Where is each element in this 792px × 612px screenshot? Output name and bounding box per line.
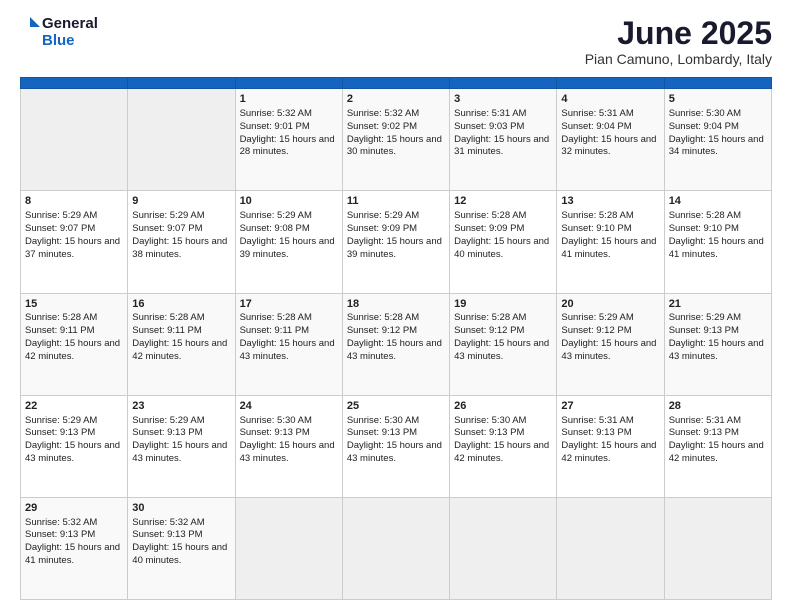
table-row — [450, 497, 557, 599]
logo-blue: Blue — [42, 33, 98, 50]
logo-general: General — [42, 16, 98, 33]
day-number: 11 — [347, 194, 445, 209]
day-number: 17 — [240, 297, 338, 312]
day-number: 28 — [669, 399, 767, 414]
title-block: June 2025 Pian Camuno, Lombardy, Italy — [585, 16, 772, 67]
logo: General Blue — [20, 16, 98, 49]
day-number: 18 — [347, 297, 445, 312]
day-number: 22 — [25, 399, 123, 414]
day-number: 13 — [561, 194, 659, 209]
table-row: 9Sunrise: 5:29 AMSunset: 9:07 PMDaylight… — [128, 191, 235, 293]
day-number: 24 — [240, 399, 338, 414]
col-sunday — [21, 78, 128, 89]
col-monday — [128, 78, 235, 89]
day-number: 8 — [25, 194, 123, 209]
table-row: 20Sunrise: 5:29 AMSunset: 9:12 PMDayligh… — [557, 293, 664, 395]
calendar-week-5: 29Sunrise: 5:32 AMSunset: 9:13 PMDayligh… — [21, 497, 772, 599]
table-row: 19Sunrise: 5:28 AMSunset: 9:12 PMDayligh… — [450, 293, 557, 395]
day-number: 26 — [454, 399, 552, 414]
day-number: 10 — [240, 194, 338, 209]
table-row: 2Sunrise: 5:32 AMSunset: 9:02 PMDaylight… — [342, 89, 449, 191]
calendar-header-row — [21, 78, 772, 89]
day-number: 16 — [132, 297, 230, 312]
day-number: 21 — [669, 297, 767, 312]
col-saturday — [664, 78, 771, 89]
table-row: 18Sunrise: 5:28 AMSunset: 9:12 PMDayligh… — [342, 293, 449, 395]
location: Pian Camuno, Lombardy, Italy — [585, 51, 772, 67]
day-number: 23 — [132, 399, 230, 414]
day-number: 19 — [454, 297, 552, 312]
table-row: 10Sunrise: 5:29 AMSunset: 9:08 PMDayligh… — [235, 191, 342, 293]
header: General Blue June 2025 Pian Camuno, Lomb… — [20, 16, 772, 67]
table-row: 30Sunrise: 5:32 AMSunset: 9:13 PMDayligh… — [128, 497, 235, 599]
day-number: 30 — [132, 501, 230, 516]
day-number: 27 — [561, 399, 659, 414]
table-row — [557, 497, 664, 599]
day-number: 4 — [561, 92, 659, 107]
table-row: 11Sunrise: 5:29 AMSunset: 9:09 PMDayligh… — [342, 191, 449, 293]
table-row: 8Sunrise: 5:29 AMSunset: 9:07 PMDaylight… — [21, 191, 128, 293]
table-row: 16Sunrise: 5:28 AMSunset: 9:11 PMDayligh… — [128, 293, 235, 395]
table-row: 26Sunrise: 5:30 AMSunset: 9:13 PMDayligh… — [450, 395, 557, 497]
table-row: 4Sunrise: 5:31 AMSunset: 9:04 PMDaylight… — [557, 89, 664, 191]
day-number: 25 — [347, 399, 445, 414]
day-number: 1 — [240, 92, 338, 107]
table-row: 1Sunrise: 5:32 AMSunset: 9:01 PMDaylight… — [235, 89, 342, 191]
table-row: 24Sunrise: 5:30 AMSunset: 9:13 PMDayligh… — [235, 395, 342, 497]
day-number: 14 — [669, 194, 767, 209]
table-row: 17Sunrise: 5:28 AMSunset: 9:11 PMDayligh… — [235, 293, 342, 395]
col-tuesday — [235, 78, 342, 89]
table-row: 21Sunrise: 5:29 AMSunset: 9:13 PMDayligh… — [664, 293, 771, 395]
calendar-week-1: 1Sunrise: 5:32 AMSunset: 9:01 PMDaylight… — [21, 89, 772, 191]
table-row: 27Sunrise: 5:31 AMSunset: 9:13 PMDayligh… — [557, 395, 664, 497]
table-row: 15Sunrise: 5:28 AMSunset: 9:11 PMDayligh… — [21, 293, 128, 395]
table-row: 28Sunrise: 5:31 AMSunset: 9:13 PMDayligh… — [664, 395, 771, 497]
table-row: 12Sunrise: 5:28 AMSunset: 9:09 PMDayligh… — [450, 191, 557, 293]
col-wednesday — [342, 78, 449, 89]
calendar-week-4: 22Sunrise: 5:29 AMSunset: 9:13 PMDayligh… — [21, 395, 772, 497]
table-row: 5Sunrise: 5:30 AMSunset: 9:04 PMDaylight… — [664, 89, 771, 191]
col-friday — [557, 78, 664, 89]
table-row: 23Sunrise: 5:29 AMSunset: 9:13 PMDayligh… — [128, 395, 235, 497]
calendar-week-2: 8Sunrise: 5:29 AMSunset: 9:07 PMDaylight… — [21, 191, 772, 293]
day-number: 2 — [347, 92, 445, 107]
day-number: 15 — [25, 297, 123, 312]
page: General Blue June 2025 Pian Camuno, Lomb… — [0, 0, 792, 612]
table-row — [128, 89, 235, 191]
day-number: 12 — [454, 194, 552, 209]
month-title: June 2025 — [585, 16, 772, 51]
table-row: 29Sunrise: 5:32 AMSunset: 9:13 PMDayligh… — [21, 497, 128, 599]
table-row — [342, 497, 449, 599]
day-number: 20 — [561, 297, 659, 312]
table-row: 25Sunrise: 5:30 AMSunset: 9:13 PMDayligh… — [342, 395, 449, 497]
day-number: 9 — [132, 194, 230, 209]
table-row: 13Sunrise: 5:28 AMSunset: 9:10 PMDayligh… — [557, 191, 664, 293]
calendar-week-3: 15Sunrise: 5:28 AMSunset: 9:11 PMDayligh… — [21, 293, 772, 395]
table-row — [664, 497, 771, 599]
table-row — [21, 89, 128, 191]
col-thursday — [450, 78, 557, 89]
table-row: 3Sunrise: 5:31 AMSunset: 9:03 PMDaylight… — [450, 89, 557, 191]
table-row: 14Sunrise: 5:28 AMSunset: 9:10 PMDayligh… — [664, 191, 771, 293]
day-number: 3 — [454, 92, 552, 107]
table-row — [235, 497, 342, 599]
table-row: 22Sunrise: 5:29 AMSunset: 9:13 PMDayligh… — [21, 395, 128, 497]
calendar-table: 1Sunrise: 5:32 AMSunset: 9:01 PMDaylight… — [20, 77, 772, 600]
day-number: 29 — [25, 501, 123, 516]
day-number: 5 — [669, 92, 767, 107]
